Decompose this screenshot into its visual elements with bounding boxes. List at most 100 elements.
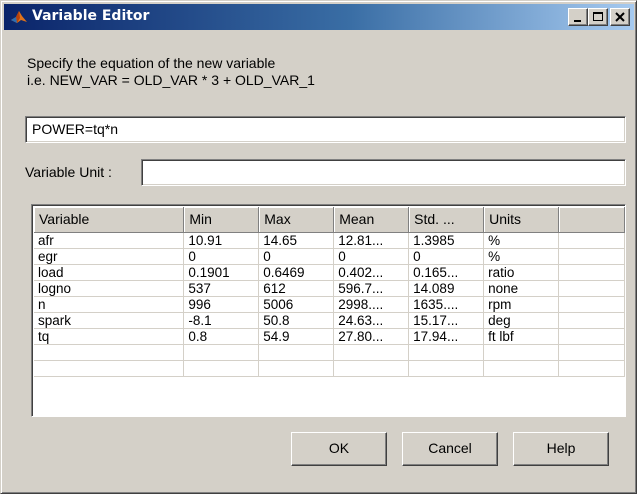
table-cell[interactable]: [408, 360, 485, 377]
minimize-button[interactable]: [568, 8, 588, 26]
table-cell[interactable]: -8.1: [183, 312, 260, 329]
table-header-row: Variable Min Max Mean Std. ... Units: [34, 207, 625, 233]
table-cell[interactable]: %: [483, 232, 560, 249]
cancel-button[interactable]: Cancel: [402, 432, 498, 466]
table-cell[interactable]: 612: [258, 280, 335, 297]
help-button[interactable]: Help: [513, 432, 609, 466]
table-cell[interactable]: 17.94...: [408, 328, 485, 345]
table-cell[interactable]: spark: [34, 312, 185, 329]
table-row[interactable]: n 996 5006 2998.... 1635.... rpm: [34, 296, 625, 313]
table-cell[interactable]: [558, 264, 625, 281]
table-cell[interactable]: 2998....: [333, 296, 410, 313]
table-cell[interactable]: 5006: [258, 296, 335, 313]
table-cell[interactable]: 0: [258, 248, 335, 265]
title-bar[interactable]: Variable Editor: [4, 4, 634, 30]
table-cell[interactable]: 54.9: [258, 328, 335, 345]
table-cell[interactable]: n: [34, 296, 185, 313]
table-cell[interactable]: logno: [34, 280, 185, 297]
table-cell[interactable]: [258, 344, 335, 361]
ok-button[interactable]: OK: [291, 432, 387, 466]
table-cell[interactable]: 1.3985: [408, 232, 485, 249]
table-cell[interactable]: 0: [333, 248, 410, 265]
table-row[interactable]: egr 0 0 0 0%: [34, 248, 625, 265]
column-header[interactable]: Min: [183, 207, 260, 233]
table-cell[interactable]: [333, 360, 410, 377]
table-cell[interactable]: ft lbf: [483, 328, 560, 345]
table-cell[interactable]: 0.6469: [258, 264, 335, 281]
table-cell[interactable]: [558, 360, 625, 377]
table-cell[interactable]: [558, 328, 625, 345]
column-header[interactable]: Std. ...: [408, 207, 485, 233]
table-cell[interactable]: [558, 344, 625, 361]
table-cell[interactable]: 537: [183, 280, 260, 297]
table-cell[interactable]: 27.80...: [333, 328, 410, 345]
variable-table[interactable]: Variable Min Max Mean Std. ... Units afr…: [31, 204, 626, 417]
close-icon: [615, 12, 625, 22]
table-cell[interactable]: none: [483, 280, 560, 297]
equation-input[interactable]: POWER=tq*n: [25, 116, 626, 143]
table-cell[interactable]: [483, 344, 560, 361]
table-cell[interactable]: 15.17...: [408, 312, 485, 329]
table-cell[interactable]: 10.91: [183, 232, 260, 249]
equation-value: POWER=tq*n: [32, 121, 118, 137]
table-cell[interactable]: [483, 360, 560, 377]
table-cell[interactable]: 14.089: [408, 280, 485, 297]
table-cell[interactable]: tq: [34, 328, 185, 345]
table-row[interactable]: tq 0.8 54.9 27.80... 17.94... ft lbf: [34, 328, 625, 345]
table-row[interactable]: logno 537 612 596.7... 14.089 none: [34, 280, 625, 297]
maximize-icon: [593, 12, 603, 21]
table-cell[interactable]: [558, 232, 625, 249]
table-cell[interactable]: [34, 344, 185, 361]
table-cell[interactable]: 14.65: [258, 232, 335, 249]
close-button[interactable]: [610, 8, 630, 26]
matlab-logo-icon: [11, 11, 27, 23]
table-cell[interactable]: [408, 344, 485, 361]
table-cell[interactable]: 1635....: [408, 296, 485, 313]
table-cell[interactable]: afr: [34, 232, 185, 249]
table-row[interactable]: load 0.1901 0.6469 0.402... 0.165... ratio: [34, 264, 625, 281]
table-cell[interactable]: 996: [183, 296, 260, 313]
table-row[interactable]: [34, 344, 625, 361]
table-row[interactable]: [34, 360, 625, 377]
instruction-line-1: Specify the equation of the new variable: [27, 55, 276, 71]
table-cell[interactable]: 50.8: [258, 312, 335, 329]
table-cell[interactable]: [558, 312, 625, 329]
table-cell[interactable]: 596.7...: [333, 280, 410, 297]
table-cell[interactable]: 0: [408, 248, 485, 265]
table-row[interactable]: afr 10.91 14.65 12.81... 1.3985%: [34, 232, 625, 249]
window-title: Variable Editor: [32, 8, 150, 24]
table-cell[interactable]: 24.63...: [333, 312, 410, 329]
column-header[interactable]: Mean: [333, 207, 410, 233]
table-cell[interactable]: 0: [183, 248, 260, 265]
variable-grid: Variable Min Max Mean Std. ... Units afr…: [34, 207, 625, 377]
table-cell[interactable]: 0.8: [183, 328, 260, 345]
table-cell[interactable]: deg: [483, 312, 560, 329]
table-cell[interactable]: [558, 296, 625, 313]
maximize-button[interactable]: [588, 8, 608, 26]
column-header[interactable]: [558, 207, 625, 233]
table-cell[interactable]: ratio: [483, 264, 560, 281]
table-cell[interactable]: 12.81...: [333, 232, 410, 249]
table-cell[interactable]: 0.1901: [183, 264, 260, 281]
variable-editor-window: Variable Editor Specify the equation of …: [0, 0, 637, 494]
table-cell[interactable]: 0.402...: [333, 264, 410, 281]
table-cell[interactable]: load: [34, 264, 185, 281]
table-cell[interactable]: rpm: [483, 296, 560, 313]
table-cell[interactable]: %: [483, 248, 560, 265]
minimize-icon: [574, 20, 581, 22]
column-header[interactable]: Variable: [34, 207, 185, 233]
table-cell[interactable]: [183, 344, 260, 361]
table-row[interactable]: spark -8.1 50.8 24.63... 15.17... deg: [34, 312, 625, 329]
column-header[interactable]: Max: [258, 207, 335, 233]
table-cell[interactable]: [558, 248, 625, 265]
table-cell[interactable]: [558, 280, 625, 297]
column-header[interactable]: Units: [483, 207, 560, 233]
table-cell[interactable]: [34, 360, 185, 377]
table-cell[interactable]: [183, 360, 260, 377]
instruction-line-2: i.e. NEW_VAR = OLD_VAR * 3 + OLD_VAR_1: [27, 72, 315, 88]
table-cell[interactable]: egr: [34, 248, 185, 265]
variable-unit-input[interactable]: [141, 159, 626, 186]
table-cell[interactable]: 0.165...: [408, 264, 485, 281]
table-cell[interactable]: [333, 344, 410, 361]
table-cell[interactable]: [258, 360, 335, 377]
